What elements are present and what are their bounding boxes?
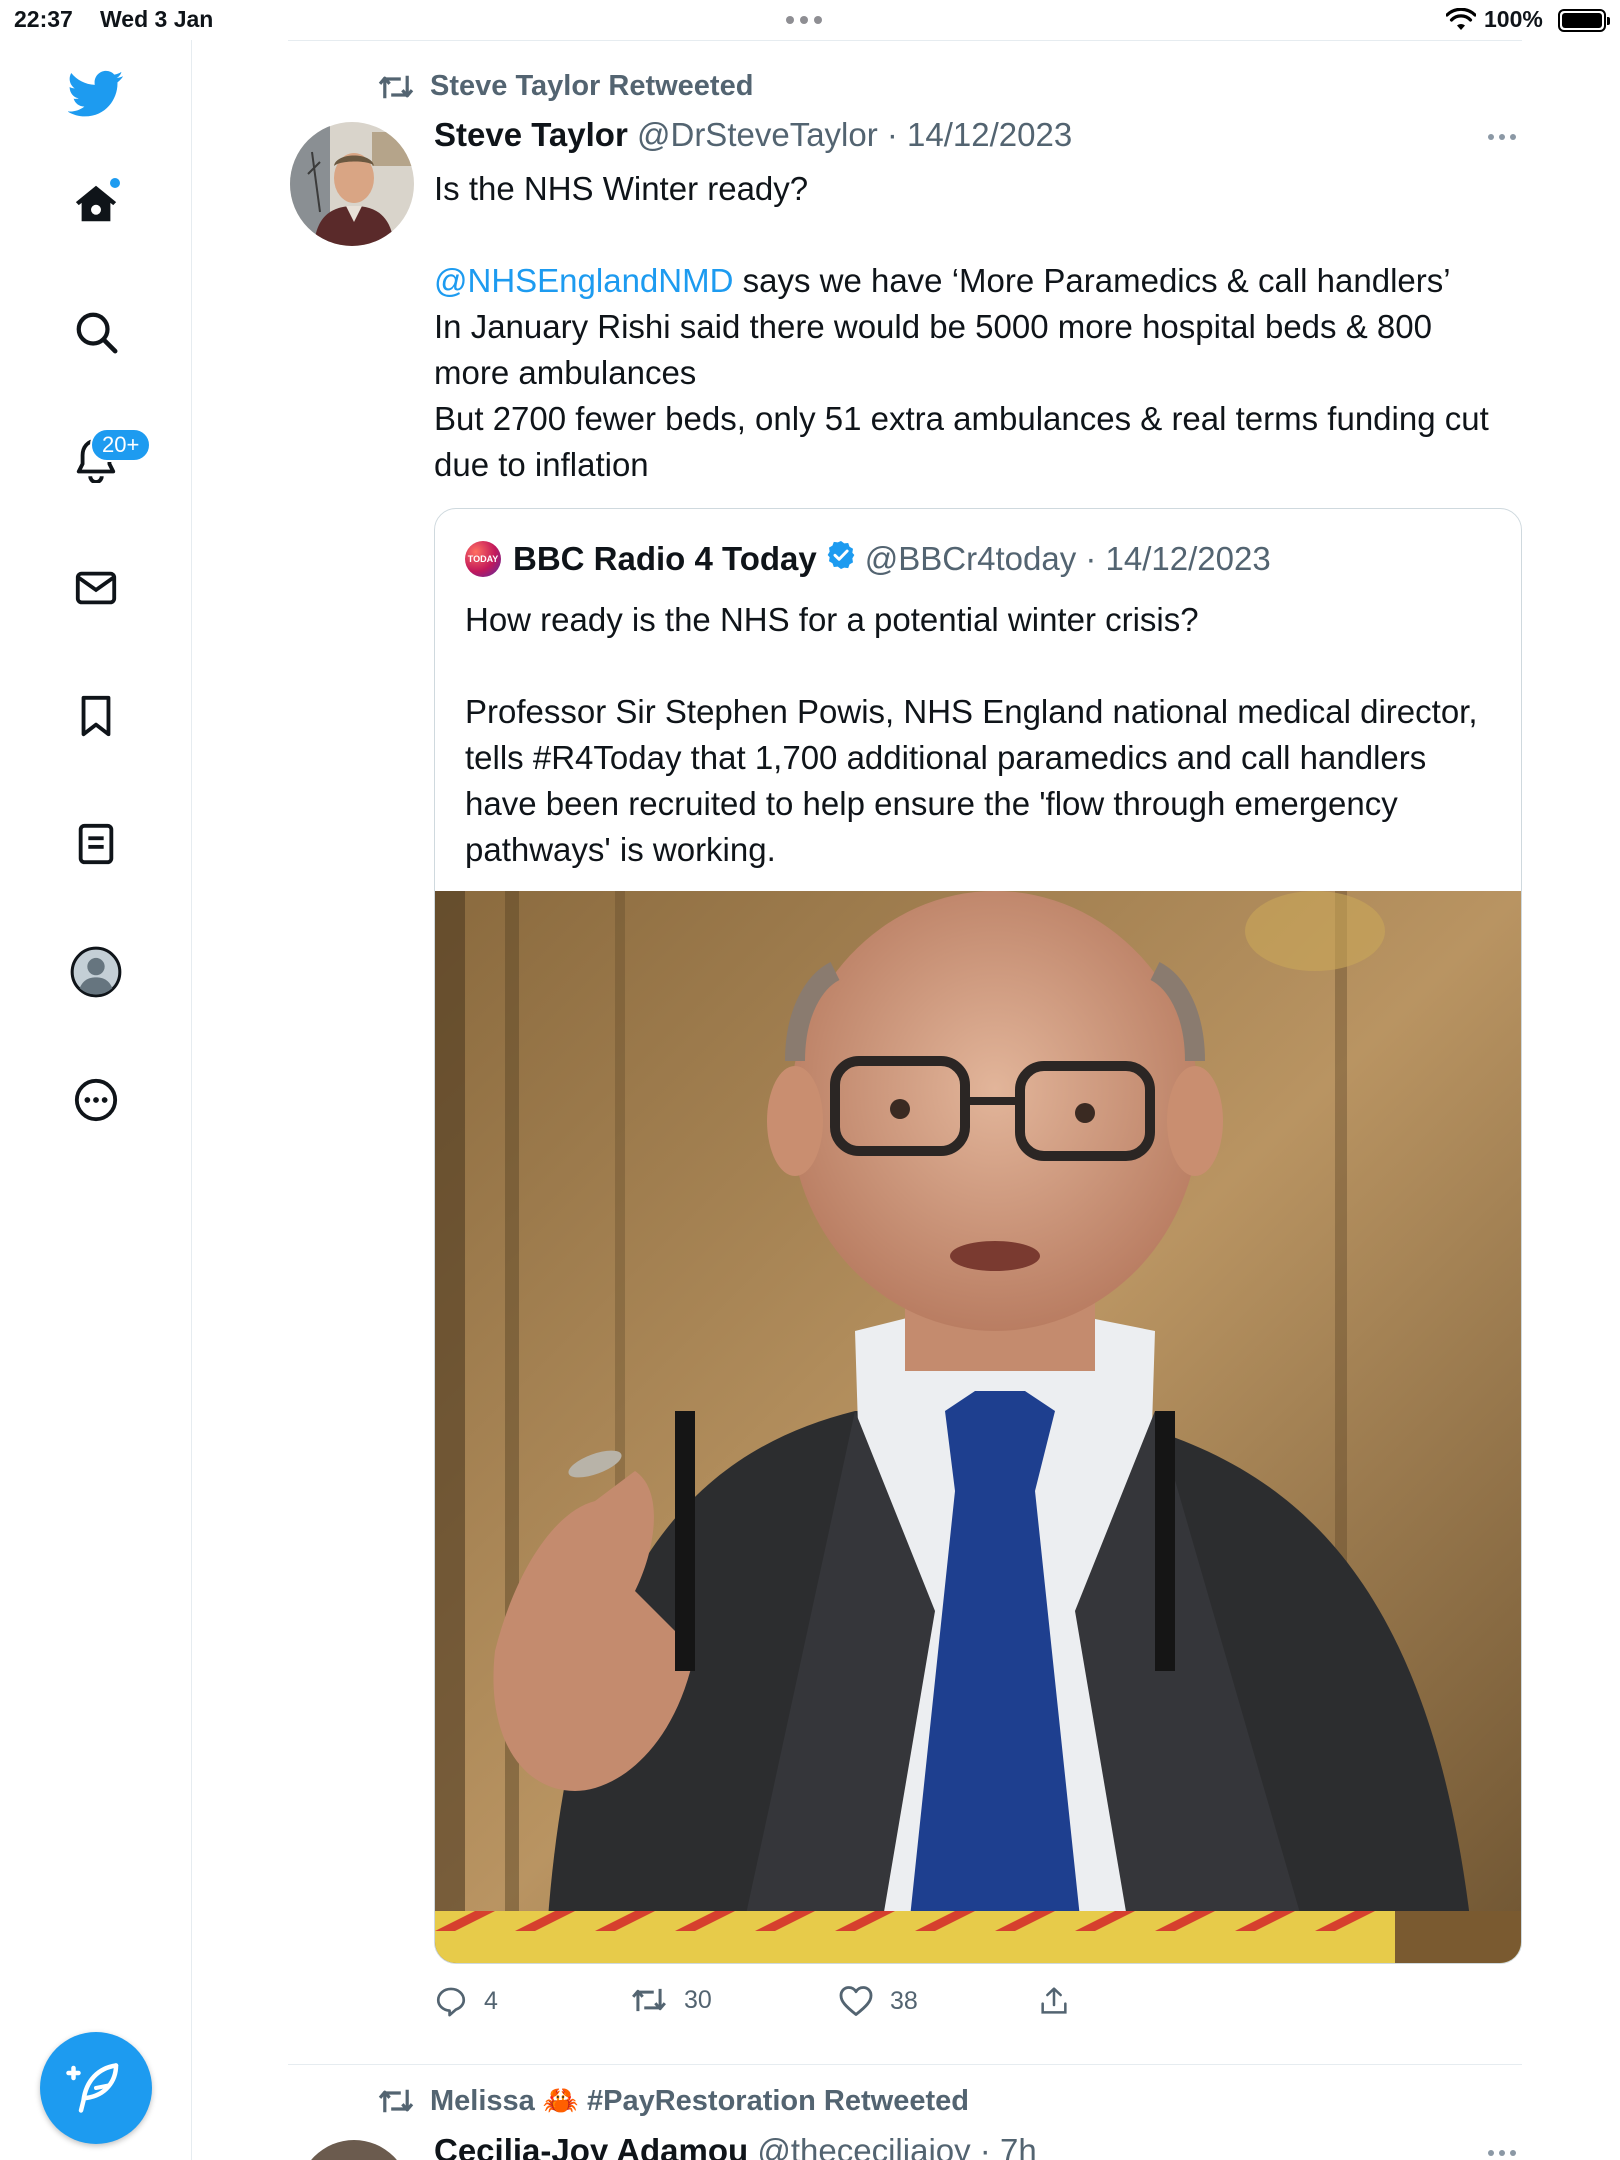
quoted-tweet-header: TODAY BBC Radio 4 Today @BBCr4today · 14… xyxy=(465,539,1271,579)
author-name[interactable]: Steve Taylor xyxy=(434,116,628,153)
like-count: 38 xyxy=(890,1986,918,2015)
retweet-text: Melissa 🦀 #PayRestoration Retweeted xyxy=(430,2085,969,2117)
share-icon xyxy=(1041,1987,1067,2014)
tweet-line: But 2700 fewer beds, only 51 extra ambul… xyxy=(434,400,1489,483)
tweet-line: @NHSEnglandNMD says we have ‘More Parame… xyxy=(434,258,1514,304)
retweet-icon xyxy=(632,1988,666,2012)
tweet-text: Is the NHS Winter ready? @NHSEnglandNMD … xyxy=(434,166,1514,488)
tweet-more-icon[interactable] xyxy=(1488,134,1516,140)
retweet-text: Steve Taylor Retweeted xyxy=(430,70,754,102)
bookmark-icon[interactable] xyxy=(68,688,124,744)
tweet-header: Steve Taylor @DrSteveTaylor · 14/12/2023 xyxy=(434,116,1072,154)
reply-icon xyxy=(436,1987,466,2017)
profile-icon[interactable] xyxy=(68,944,124,1000)
tweet-actions: 4 30 38 xyxy=(434,1984,1114,2024)
multitasking-dots-icon[interactable] xyxy=(786,16,822,24)
retweet-icon xyxy=(378,75,414,98)
retweet-button[interactable]: 30 xyxy=(630,1984,712,2016)
verified-badge-icon xyxy=(825,539,857,579)
avatar[interactable] xyxy=(298,2140,410,2160)
tweet-line: Is the NHS Winter ready? xyxy=(434,170,809,207)
home-icon[interactable] xyxy=(68,176,124,232)
quoted-tweet-photo[interactable] xyxy=(435,891,1521,1963)
tweet-header: Cecilia-Joy Adamou @thececiliajoy · 7h xyxy=(434,2132,1037,2160)
quoted-handle-date[interactable]: @BBCr4today · 14/12/2023 xyxy=(865,540,1271,578)
notification-badge: 20+ xyxy=(90,428,152,462)
author-handle-date[interactable]: @thececiliajoy · 7h xyxy=(757,2132,1036,2160)
mail-icon[interactable] xyxy=(68,560,124,616)
compose-button[interactable] xyxy=(40,2032,152,2144)
author-name[interactable]: Cecilia-Joy Adamou xyxy=(434,2132,748,2160)
avatar[interactable] xyxy=(290,122,414,246)
tweet-line: In January Rishi said there would be 500… xyxy=(434,308,1432,391)
author-handle-date[interactable]: @DrSteveTaylor · 14/12/2023 xyxy=(637,116,1072,153)
share-button[interactable] xyxy=(1038,1984,1070,2018)
like-button[interactable]: 38 xyxy=(838,1984,918,2018)
battery-icon xyxy=(1558,9,1610,32)
bbc-today-logo: TODAY xyxy=(465,541,501,577)
twitter-bird-icon[interactable] xyxy=(64,62,128,126)
compose-feather-icon xyxy=(66,2063,119,2113)
status-time: 22:37 xyxy=(14,6,73,32)
status-bar: 22:37 Wed 3 Jan 100% xyxy=(0,0,1620,40)
quoted-tweet-card[interactable]: TODAY BBC Radio 4 Today @BBCr4today · 14… xyxy=(434,508,1522,1964)
list-icon[interactable] xyxy=(68,816,124,872)
retweet-count: 30 xyxy=(684,1985,712,2014)
sidebar-nav: 20+ xyxy=(0,40,192,2160)
quoted-line: Professor Sir Stephen Powis, NHS England… xyxy=(465,693,1478,868)
more-circle-icon[interactable] xyxy=(68,1072,124,1128)
feed-divider xyxy=(288,40,1522,41)
quoted-line: How ready is the NHS for a potential win… xyxy=(465,601,1199,638)
mention-link[interactable]: @NHSEnglandNMD xyxy=(434,262,733,299)
retweet-label[interactable]: Steve Taylor Retweeted xyxy=(376,70,753,103)
tweet-more-icon[interactable] xyxy=(1488,2150,1516,2156)
battery-percent: 100% xyxy=(1484,6,1543,32)
wifi-icon xyxy=(1445,7,1477,37)
retweet-label[interactable]: Melissa 🦀 #PayRestoration Retweeted xyxy=(376,2084,969,2118)
quoted-author-name[interactable]: BBC Radio 4 Today xyxy=(513,540,817,578)
search-icon[interactable] xyxy=(68,304,124,360)
retweet-icon xyxy=(378,2089,414,2113)
status-date: Wed 3 Jan xyxy=(100,6,214,32)
reply-button[interactable]: 4 xyxy=(434,1984,498,2018)
tweet-line-text: says we have ‘More Paramedics & call han… xyxy=(733,262,1451,299)
reply-count: 4 xyxy=(484,1986,498,2015)
tweet-separator xyxy=(288,2064,1522,2065)
quoted-tweet-text: How ready is the NHS for a potential win… xyxy=(465,597,1495,873)
heart-icon xyxy=(839,1986,873,2016)
